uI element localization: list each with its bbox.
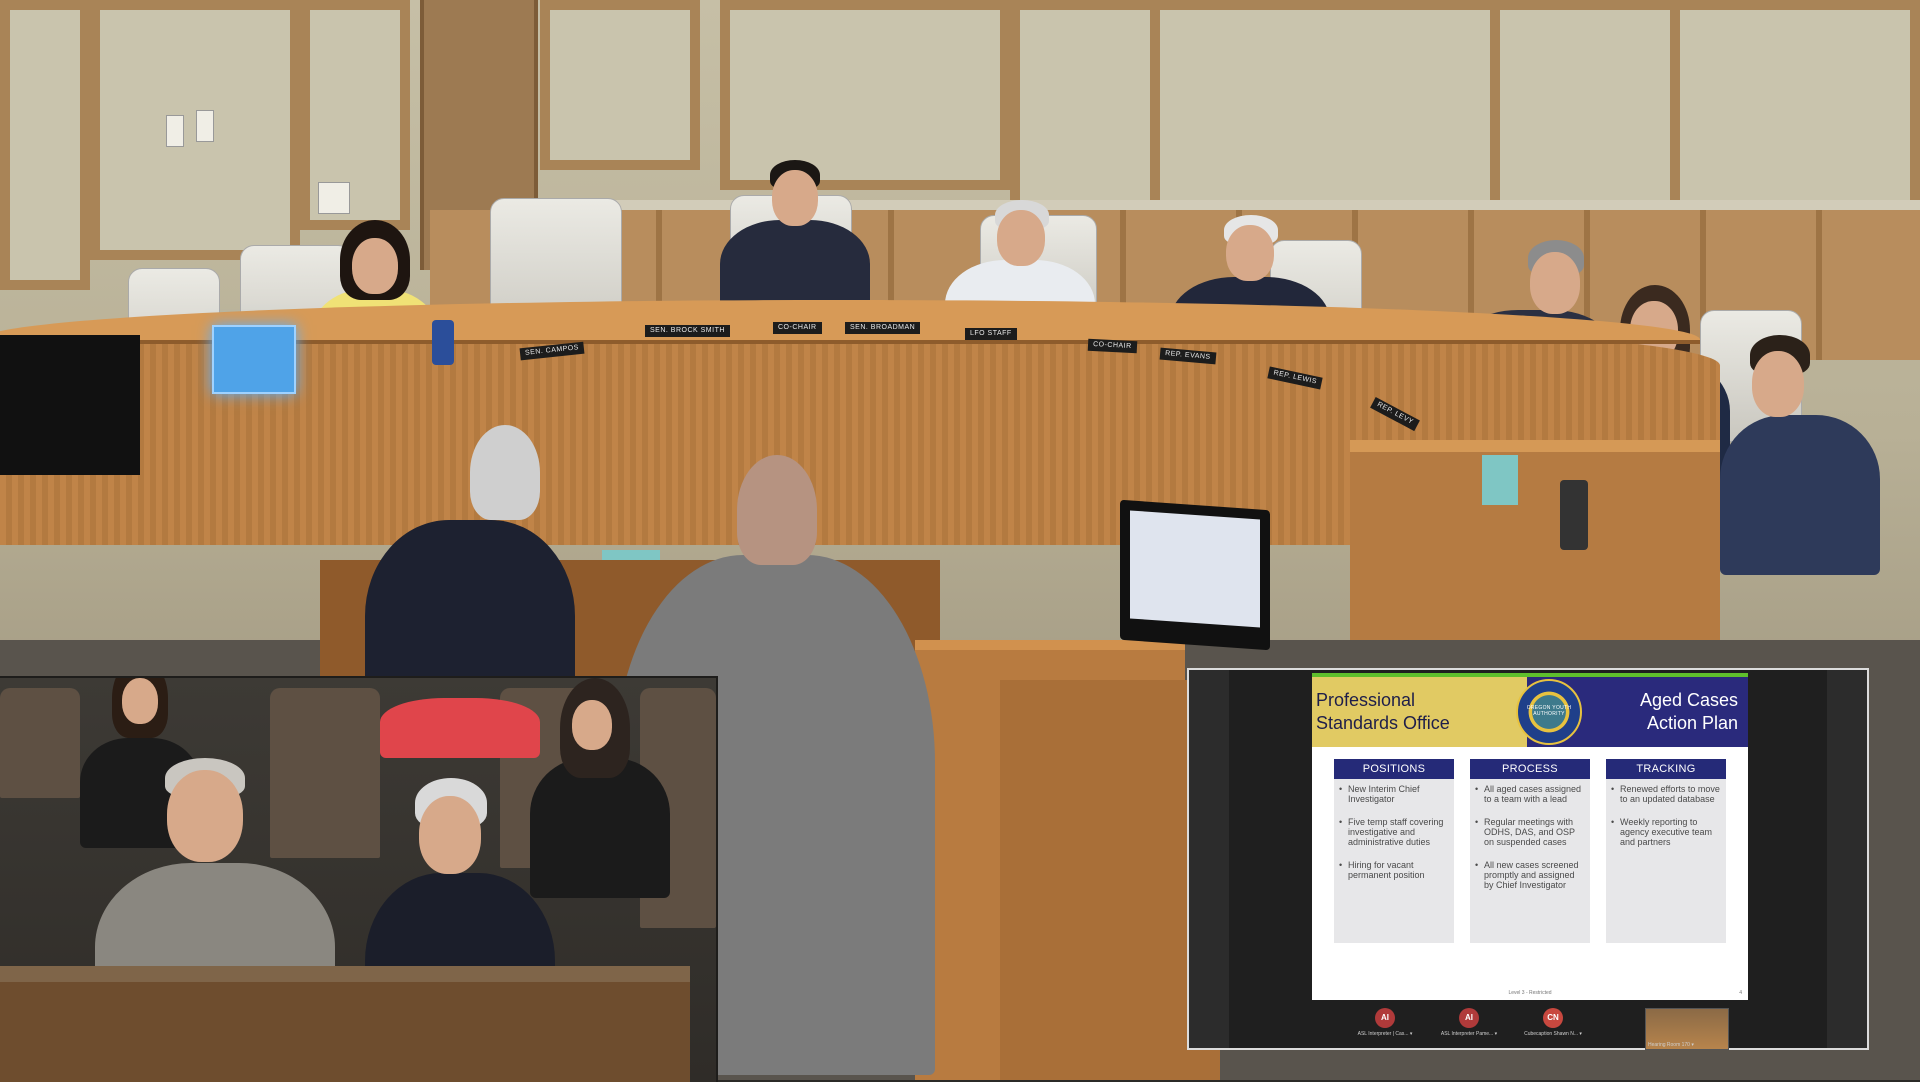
witness-table: [0, 966, 690, 1082]
gallery-camera-inset: [0, 676, 718, 1082]
share-sidebar-right: [1827, 670, 1867, 1048]
nameplate: CO-CHAIR: [773, 322, 822, 334]
wall-panel: [0, 0, 90, 290]
bullet-item: Regular meetings with ODHS, DAS, and OSP…: [1470, 817, 1590, 847]
slide-page-number: 4: [1739, 990, 1742, 996]
share-sidebar-left: [1189, 670, 1229, 1048]
participant-tile[interactable]: CN Cubecaption Shawn N... ▾: [1517, 1005, 1589, 1045]
slide-title-left: Professional Standards Office: [1316, 690, 1450, 733]
slide: Professional Standards Office Aged Cases…: [1312, 673, 1748, 1000]
wall-panel: [720, 0, 1010, 190]
dais-right-wing: [1350, 440, 1720, 672]
participant-name: ASL Interpreter Pame... ▾: [1440, 1031, 1498, 1037]
bullet-item: Renewed efforts to move to an updated da…: [1606, 784, 1726, 804]
bullet-item: Five temp staff covering investigative a…: [1334, 817, 1454, 847]
nameplate: SEN. BROADMAN: [845, 322, 921, 334]
desktop-monitor: [0, 335, 140, 475]
bullet-item: All aged cases assigned to a team with a…: [1470, 784, 1590, 804]
column-heading: TRACKING: [1606, 759, 1726, 779]
slide-column-tracking: TRACKING Renewed efforts to move to an u…: [1606, 759, 1726, 943]
seal-text: OREGON YOUTH AUTHORITY: [1526, 705, 1572, 717]
water-bottle: [432, 320, 454, 365]
wall-outlet: [318, 182, 350, 214]
slide-footer: Level 3 - Restricted: [1508, 990, 1552, 996]
slide-title-right: Aged Cases Action Plan: [1639, 690, 1738, 733]
participant-tile[interactable]: AI ASL Interpreter Pame... ▾: [1433, 1005, 1505, 1045]
nameplate: SEN. BROCK SMITH: [645, 325, 730, 337]
column-heading: POSITIONS: [1334, 759, 1454, 779]
light-switch: [196, 110, 214, 142]
slide-header: Professional Standards Office Aged Cases…: [1312, 677, 1748, 747]
slide-header-left: Professional Standards Office: [1312, 677, 1527, 747]
nameplate: LFO STAFF: [965, 328, 1017, 340]
column-heading: PROCESS: [1470, 759, 1590, 779]
participant-strip: AI ASL Interpreter | Cas... ▾ AI ASL Int…: [1349, 1005, 1729, 1050]
participant-name: Hearing Room 170 ▾: [1648, 1042, 1694, 1048]
participant-avatar: CN: [1543, 1008, 1563, 1028]
participant-avatar: AI: [1375, 1008, 1395, 1028]
participant-avatar: AI: [1459, 1008, 1479, 1028]
wall-panel: [540, 0, 700, 170]
presentation-monitor: [1120, 499, 1270, 651]
tissue-box: [1482, 455, 1518, 505]
accessibility-sign-icon: [212, 325, 296, 394]
water-bottle: [1560, 480, 1588, 550]
bullet-item: All new cases screened promptly and assi…: [1470, 860, 1590, 890]
wall-panel: [90, 0, 300, 260]
wall-panel: [300, 0, 410, 230]
bullet-item: Hiring for vacant permanent position: [1334, 860, 1454, 880]
slide-column-process: PROCESS All aged cases assigned to a tea…: [1470, 759, 1590, 943]
chair: [270, 688, 380, 858]
bullet-item: Weekly reporting to agency executive tea…: [1606, 817, 1726, 847]
participant-name: Cubecaption Shawn N... ▾: [1524, 1031, 1582, 1037]
bullet-item: New Interim Chief Investigator: [1334, 784, 1454, 804]
slide-column-positions: POSITIONS New Interim Chief Investigator…: [1334, 759, 1454, 943]
participant-name: ASL Interpreter | Cas... ▾: [1357, 1031, 1413, 1037]
shared-presentation-window[interactable]: Professional Standards Office Aged Cases…: [1187, 668, 1869, 1050]
light-switch: [166, 115, 184, 147]
oregon-youth-authority-seal-icon: OREGON YOUTH AUTHORITY: [1516, 679, 1582, 745]
nameplate: CO-CHAIR: [1087, 338, 1137, 354]
chair: [0, 688, 80, 798]
participant-tile[interactable]: AI ASL Interpreter | Cas... ▾: [1349, 1005, 1421, 1045]
participant-video-thumbnail[interactable]: Hearing Room 170 ▾: [1645, 1008, 1729, 1050]
